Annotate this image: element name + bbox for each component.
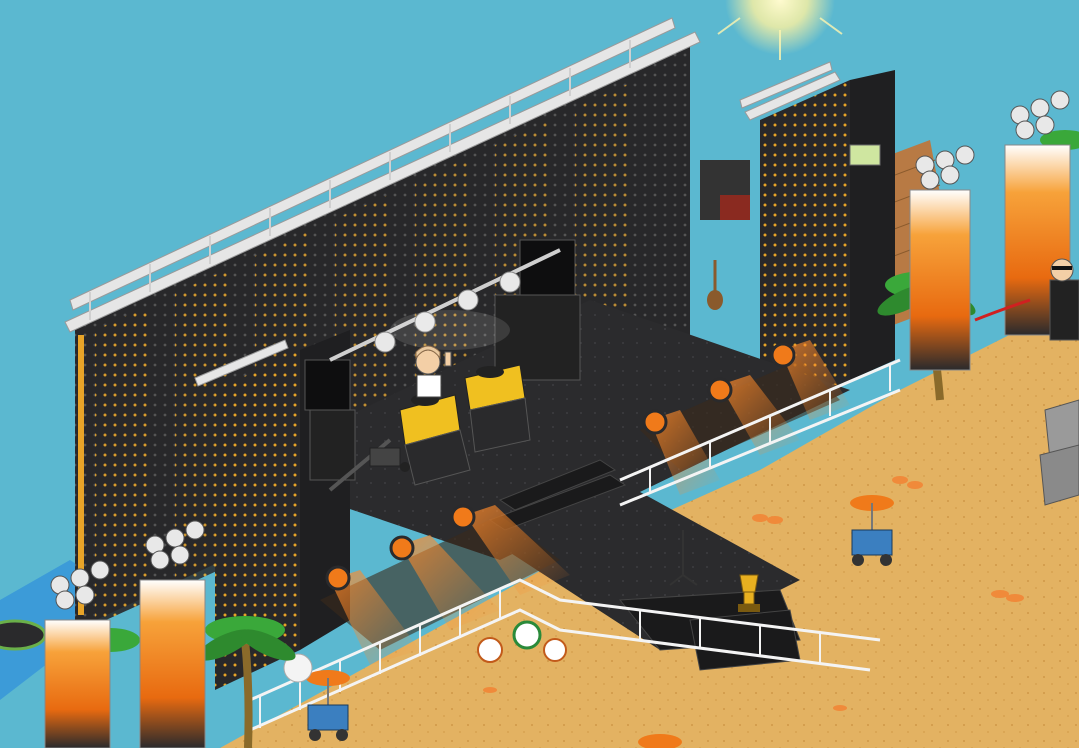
turntable-right[interactable]: [476, 366, 504, 378]
tv-screen-left[interactable]: [304, 359, 351, 411]
speaker-stack[interactable]: [494, 294, 581, 381]
game-viewport[interactable]: [0, 0, 1079, 748]
backstage-desk[interactable]: [720, 195, 750, 220]
jet-ski[interactable]: [0, 619, 47, 651]
side-panel: [850, 70, 895, 380]
tv-screen-right[interactable]: [519, 239, 576, 296]
ice-cream-cart-left[interactable]: [306, 670, 350, 741]
backstage-sign[interactable]: [849, 144, 881, 166]
ice-cream-cart-right[interactable]: [850, 495, 894, 566]
speaker-left[interactable]: [309, 409, 356, 481]
room-scene[interactable]: [0, 0, 1079, 748]
spotlight-haze: [390, 310, 510, 350]
